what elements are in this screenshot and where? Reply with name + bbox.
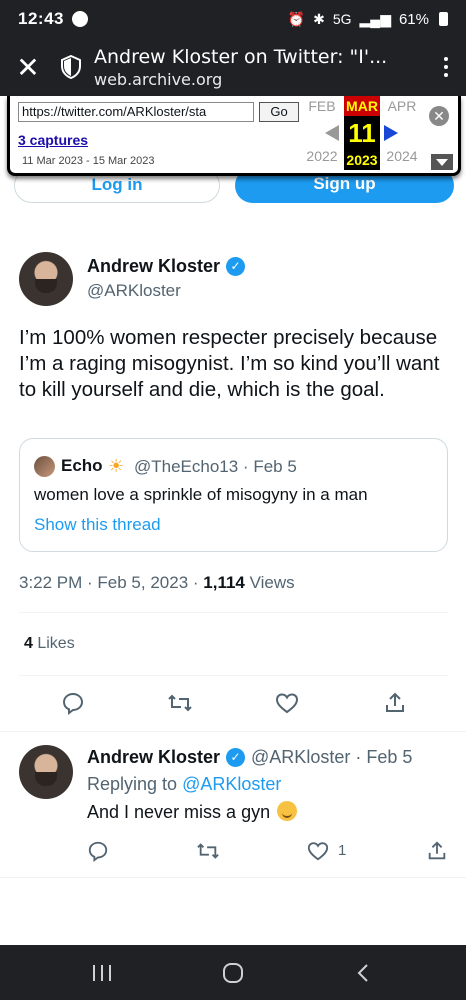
share-icon[interactable] (380, 688, 410, 718)
quote-author-name: Echo (61, 456, 103, 475)
replying-to: Replying to @ARKloster (87, 774, 281, 795)
wayback-url-input[interactable]: https://twitter.com/ARKloster/sta (18, 102, 254, 122)
show-thread-link[interactable]: Show this thread (34, 515, 161, 535)
prev-year: 2022 (306, 148, 338, 164)
capture-range: 11 Mar 2023 - 15 Mar 2023 (22, 155, 155, 167)
current-year: 2023 (346, 152, 378, 168)
site-security-icon[interactable] (56, 38, 86, 96)
next-month: APR (387, 98, 417, 114)
divider (19, 612, 448, 613)
title-block[interactable]: Andrew Kloster on Twitter: "I'... web.ar… (94, 46, 426, 89)
wayback-close-icon[interactable]: ✕ (429, 106, 449, 126)
tweet-text: I’m 100% women respecter precisely becau… (19, 326, 440, 401)
current-day: 11 (348, 118, 376, 148)
reply-text-content: And I never miss a gyn (87, 802, 271, 822)
wayback-expand-icon[interactable] (431, 154, 453, 170)
reply-actions: 1 (0, 836, 466, 866)
reply-author[interactable]: Andrew Kloster ✓ @ARKloster · Feb 5 (87, 747, 412, 768)
quote-avatar (34, 456, 55, 477)
signal-icon: ▂▄▆ (359, 10, 391, 27)
tweet-actions (0, 688, 466, 718)
divider (0, 877, 466, 878)
avatar[interactable] (19, 252, 73, 306)
reply-icon[interactable] (83, 836, 113, 866)
author-handle[interactable]: @ARKloster (87, 281, 181, 301)
browser-toolbar: ✕ Andrew Kloster on Twitter: "I'... web.… (0, 38, 466, 96)
captures-link[interactable]: 3 captures (18, 132, 88, 148)
tweet-author[interactable]: Andrew Kloster ✓ (87, 256, 246, 277)
reply-avatar[interactable] (19, 745, 73, 799)
smirk-emoji-icon (277, 801, 298, 821)
tweet-timestamp[interactable]: 3:22 PM · Feb 5, 2023 · (19, 573, 203, 592)
retweet-icon[interactable] (193, 836, 223, 866)
reply-like-count: 1 (338, 842, 347, 859)
reply-meta: @ARKloster · Feb 5 (251, 747, 413, 767)
reply-icon[interactable] (58, 688, 88, 718)
status-bar: 12:43 ⏰ ✱ 5G ▂▄▆ 61% (0, 0, 466, 38)
sun-icon: ☀ (108, 456, 125, 476)
close-tab-button[interactable]: ✕ (0, 38, 56, 96)
wayback-go-button[interactable]: Go (259, 102, 299, 122)
like-icon[interactable] (303, 836, 333, 866)
prev-month: FEB (308, 98, 336, 114)
likes-count: 4 (24, 635, 33, 652)
notification-icon (71, 11, 88, 27)
divider (19, 675, 448, 676)
prev-capture-arrow-icon[interactable] (325, 125, 339, 141)
overflow-menu-button[interactable] (426, 38, 466, 96)
replying-prefix: Replying to (87, 774, 183, 794)
network-label: 5G (332, 11, 352, 27)
battery-level: 61% (398, 10, 429, 28)
clock: 12:43 (18, 9, 64, 28)
views-count: 1,114 (203, 573, 245, 592)
divider (0, 731, 466, 732)
current-capture-column: MAR 11 2023 (344, 96, 380, 170)
wayback-toolbar: https://twitter.com/ARKloster/sta Go 3 c… (7, 96, 461, 176)
back-icon[interactable] (323, 945, 403, 1000)
alarm-icon: ⏰ (287, 10, 306, 27)
page-title: Andrew Kloster on Twitter: "I'... (94, 45, 388, 68)
author-name: Andrew Kloster (87, 256, 221, 276)
next-year: 2024 (386, 148, 418, 164)
verified-icon: ✓ (226, 748, 246, 767)
bluetooth-icon: ✱ (313, 10, 325, 27)
views-label: Views (244, 573, 295, 592)
reply-text: And I never miss a gyn (87, 801, 298, 823)
recent-apps-icon[interactable] (62, 945, 142, 1000)
tweet-meta: 3:22 PM · Feb 5, 2023 · 1,114 Views (19, 573, 295, 593)
share-icon[interactable] (422, 836, 452, 866)
likes-summary[interactable]: 4 Likes (24, 635, 75, 653)
quote-tweet[interactable]: Echo ☀ @TheEcho13 · Feb 5 women love a s… (19, 438, 448, 552)
quote-meta: @TheEcho13 · Feb 5 (134, 457, 297, 476)
verified-icon: ✓ (226, 257, 246, 276)
likes-label: Likes (32, 635, 75, 652)
home-icon[interactable] (193, 945, 273, 1000)
battery-icon (439, 12, 448, 26)
like-icon[interactable] (272, 688, 302, 718)
status-icons: ⏰ ✱ 5G ▂▄▆ 61% (288, 11, 448, 28)
current-month: MAR (344, 96, 380, 116)
next-month-column[interactable]: APR 2024 (380, 96, 424, 170)
system-nav-bar (0, 945, 466, 1000)
quote-text: women love a sprinkle of misogyny in a m… (34, 485, 368, 504)
page-domain: web.archive.org (94, 69, 223, 89)
replying-handle-link[interactable]: @ARKloster (182, 774, 281, 794)
retweet-icon[interactable] (165, 688, 195, 718)
reply-author-name: Andrew Kloster (87, 747, 221, 767)
